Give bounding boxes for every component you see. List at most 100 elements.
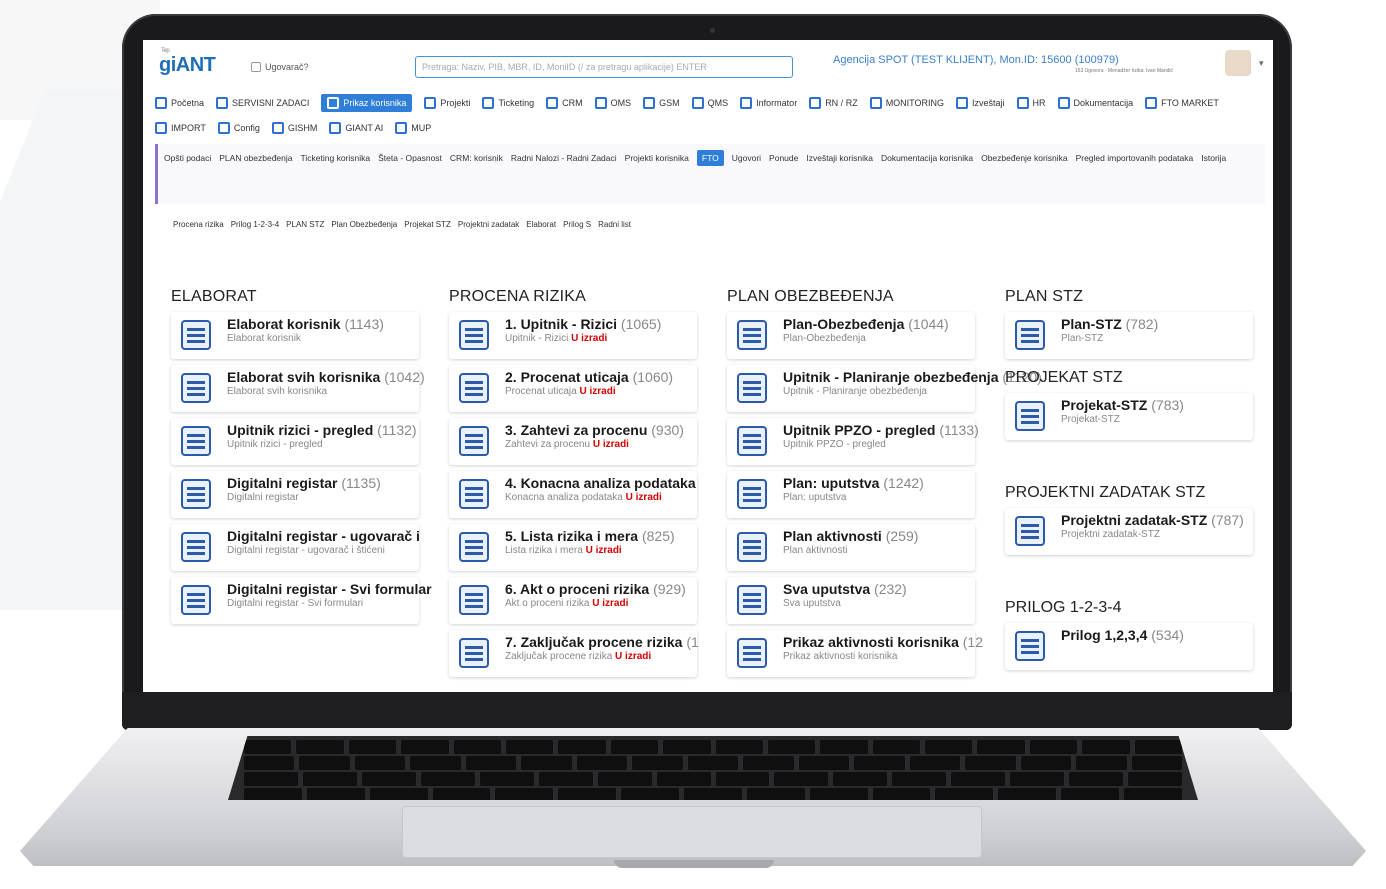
module-card[interactable]: Upitnik PPZO - pregled (1133) Upitnik PPZ… [727, 418, 979, 465]
module-card[interactable]: Prilog 1,2,3,4 (534) [1005, 623, 1253, 670]
module-card[interactable]: Projekat-STZ (783) Projekat-STZ [1005, 393, 1253, 440]
module-card[interactable]: Plan aktivnosti (259) Plan aktivnosti [727, 524, 975, 571]
module-card[interactable]: 4. Konacna analiza podataka Konacna anal… [449, 471, 697, 518]
customer-tab[interactable]: Istorija [1201, 150, 1226, 166]
customer-tab[interactable]: Radni Nalozi - Radni Zadaci [511, 150, 617, 166]
module-card[interactable]: Projektni zadatak-STZ (787) Projektni zad… [1005, 508, 1253, 555]
customer-tab[interactable]: FTO [696, 150, 724, 166]
menu-item[interactable]: MONITORING [869, 94, 944, 112]
customer-tab[interactable]: Projekti korisnika [625, 150, 689, 166]
menu-item[interactable]: Ticketing [482, 94, 534, 112]
menu-item[interactable]: FTO MARKET [1145, 94, 1219, 112]
module-card[interactable]: 2. Procenat uticaja (1060) Procenat utica… [449, 365, 697, 412]
customer-tab[interactable]: Obezbeđenje korisnika [981, 150, 1067, 166]
customer-tab[interactable]: Pregled importovanih podataka [1076, 150, 1194, 166]
module-card[interactable]: Plan: uputstva (1242) Plan: uputstva [727, 471, 975, 518]
card-title-text: Digitalni registar - ugovarač i [227, 528, 420, 544]
fto-tab[interactable]: Plan Obezbeđenja [331, 220, 397, 229]
card-subtitle-text: Projekat-STZ [1061, 414, 1120, 425]
fto-tab[interactable]: Projekat STZ [404, 220, 451, 229]
fto-tab[interactable]: Elaborat [526, 220, 556, 229]
section-title: PRILOG 1-2-3-4 [1005, 599, 1122, 616]
module-card[interactable]: Plan-Obezbeđenja (1044) Plan-Obezbeđenja [727, 312, 975, 359]
app-logo[interactable]: Tep giANT [159, 48, 216, 77]
menu-item[interactable]: Dokumentacija [1057, 94, 1133, 112]
fto-tab[interactable]: Prilog S [563, 220, 591, 229]
card-count: (1135) [341, 475, 381, 491]
fto-tab[interactable]: Projektni zadatak [458, 220, 519, 229]
menu-item[interactable]: GISHM [271, 119, 317, 137]
module-card[interactable]: Digitalni registar (1135) Digitalni regis… [171, 471, 419, 518]
customer-tab[interactable]: CRM: korisnik [450, 150, 503, 166]
agency-link[interactable]: Agencija SPOT (TEST KLIJENT), Mon.ID: 15… [833, 54, 1119, 66]
menu-item[interactable]: Početna [155, 94, 204, 112]
menu-item[interactable]: HR [1016, 94, 1046, 112]
menu-item[interactable]: MUP [395, 119, 431, 137]
menu-item[interactable]: IMPORT [155, 119, 206, 137]
card-title-text: 2. Procenat uticaja [505, 369, 629, 385]
card-count: (787) [1211, 512, 1244, 528]
module-card[interactable]: 1. Upitnik - Rizici (1065) Upitnik - Rizi… [449, 312, 697, 359]
module-card[interactable]: Digitalni registar - ugovarač i Digitaln… [171, 524, 420, 571]
menu-item[interactable]: CRM [546, 94, 583, 112]
card-subtitle-text: Upitnik PPZO - pregled [783, 439, 886, 450]
menu-item[interactable]: Izveštaji [956, 94, 1005, 112]
module-card[interactable]: Upitnik rizici - pregled (1132) Upitnik r… [171, 418, 419, 465]
menu-item-label: HR [1032, 98, 1046, 108]
customer-tab[interactable]: Ponude [769, 150, 798, 166]
card-count: (1042) [384, 369, 425, 385]
module-card[interactable]: 3. Zahtevi za procenu (930) Zahtevi za pr… [449, 418, 697, 465]
menu-item[interactable]: Prikaz korisnika [321, 94, 413, 112]
customer-tab[interactable]: Opšti podaci [164, 150, 211, 166]
card-title-text: Upitnik - Planiranje obezbeđenja [783, 369, 999, 385]
menu-item[interactable]: GSM [643, 94, 680, 112]
module-card[interactable]: Elaborat svih korisnika (1042) Elaborat s… [171, 365, 425, 412]
main-menu: Početna SERVISNI ZADACI Prikaz korisnika Pr… [155, 94, 1265, 137]
card-title-text: Upitnik rizici - pregled [227, 422, 374, 438]
module-card[interactable]: Digitalni registar - Svi formular Digita… [171, 577, 432, 624]
search-input[interactable]: Pretraga: Naziv, PIB, MBR, ID, MoniID (/… [415, 56, 793, 78]
module-card[interactable]: Plan-STZ (782) Plan-STZ [1005, 312, 1253, 359]
keyboard [228, 736, 1198, 800]
module-card[interactable]: Sva uputstva (232) Sva uputstva [727, 577, 975, 624]
menu-item-label: GIANT AI [345, 123, 384, 133]
menu-item[interactable]: Informator [740, 94, 797, 112]
customer-tab[interactable]: Izveštaji korisnika [806, 150, 873, 166]
camera-icon [710, 28, 715, 33]
card-title: 4. Konacna analiza podataka [505, 475, 696, 491]
customer-tab[interactable]: Ticketing korisnika [301, 150, 371, 166]
module-icon [1015, 516, 1045, 546]
ugovarac-checkbox[interactable]: Ugovarač? [251, 62, 309, 72]
avatar[interactable] [1225, 50, 1251, 76]
fto-tab[interactable]: Prilog 1-2-3-4 [231, 220, 279, 229]
card-subtitle-text: Zaključak procene rizika [505, 651, 613, 662]
card-title-text: Projekat-STZ [1061, 397, 1148, 413]
card-count: (1132) [377, 422, 417, 438]
chevron-down-icon[interactable]: ▾ [1259, 58, 1264, 69]
menu-item[interactable]: QMS [691, 94, 728, 112]
module-card[interactable]: 6. Akt o proceni rizika (929) Akt o proce… [449, 577, 697, 624]
card-title-text: Sva uputstva [783, 581, 871, 597]
menu-item[interactable]: SERVISNI ZADACI [216, 94, 309, 112]
customer-tab[interactable]: PLAN obezbeđenja [219, 150, 292, 166]
fto-tabs: Procena rizika Prilog 1-2-3-4 PLAN STZ Plan… [173, 220, 631, 229]
card-subtitle: Plan-STZ [1061, 333, 1247, 344]
menu-item[interactable]: Config [217, 119, 260, 137]
module-card[interactable]: Elaborat korisnik (1143) Elaborat korisni… [171, 312, 419, 359]
module-card[interactable]: 7. Zaključak procene rizika (1 Zaključak … [449, 630, 699, 677]
module-card[interactable]: Upitnik - Planiranje obezbeđenja (1120) U… [727, 365, 1042, 412]
customer-tab[interactable]: Ugovori [732, 150, 761, 166]
fto-tab[interactable]: Radni list [598, 220, 631, 229]
customer-tab[interactable]: Šteta - Opasnost [378, 150, 442, 166]
fto-tab[interactable]: Procena rizika [173, 220, 224, 229]
menu-item[interactable]: Projekti [424, 94, 470, 112]
menu-item[interactable]: RN / RZ [809, 94, 858, 112]
module-card[interactable]: Prikaz aktivnosti korisnika (12 Prikaz ak… [727, 630, 983, 677]
menu-item[interactable]: GIANT AI [329, 119, 383, 137]
menu-item[interactable]: OMS [594, 94, 631, 112]
customer-tab[interactable]: Dokumentacija korisnika [881, 150, 973, 166]
module-card[interactable]: 5. Lista rizika i mera (825) Lista rizika… [449, 524, 697, 571]
logo-text: giANT [159, 54, 216, 76]
fto-tab[interactable]: PLAN STZ [286, 220, 324, 229]
card-subtitle-text: Upitnik - Planiranje obezbeđenja [783, 386, 927, 397]
